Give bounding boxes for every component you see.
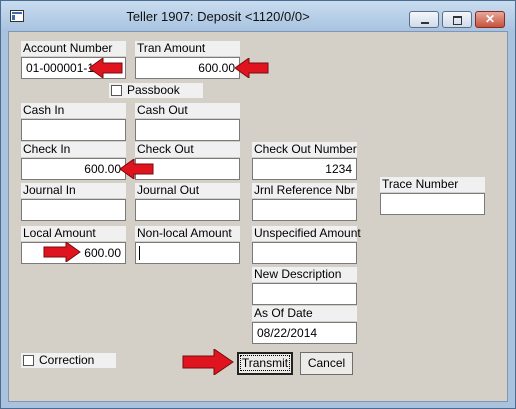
- new-description-field[interactable]: [252, 283, 357, 305]
- as-of-date-label: As Of Date: [252, 306, 357, 321]
- non-local-amount-field[interactable]: [135, 242, 240, 264]
- account-number-label: Account Number: [21, 41, 126, 56]
- local-amount-label: Local Amount: [21, 226, 126, 241]
- new-description-label: New Description: [252, 267, 357, 282]
- cash-in-field[interactable]: [21, 119, 126, 141]
- tran-amount-field[interactable]: 600.00: [135, 57, 240, 79]
- cash-out-label: Cash Out: [135, 103, 240, 118]
- transmit-button-label: Transmit: [239, 355, 291, 371]
- as-of-date-field[interactable]: 08/22/2014: [252, 322, 357, 344]
- transmit-button[interactable]: Transmit: [237, 352, 293, 375]
- close-icon: ✕: [484, 12, 496, 26]
- journal-in-field[interactable]: [21, 199, 126, 221]
- passbook-checkbox[interactable]: [111, 85, 122, 96]
- check-in-field[interactable]: 600.00: [21, 158, 126, 180]
- trace-number-field[interactable]: [380, 193, 485, 215]
- check-out-label: Check Out: [135, 142, 240, 157]
- arrow-left-icon: [89, 58, 123, 78]
- non-local-amount-label: Non-local Amount: [135, 226, 240, 241]
- cash-in-label: Cash In: [21, 103, 126, 118]
- jrnl-reference-nbr-field[interactable]: [252, 199, 357, 221]
- correction-label: Correction: [39, 353, 95, 367]
- journal-out-field[interactable]: [135, 199, 240, 221]
- tran-amount-label: Tran Amount: [135, 41, 240, 56]
- cancel-button[interactable]: Cancel: [300, 352, 353, 375]
- correction-checkbox[interactable]: [23, 355, 34, 366]
- jrnl-reference-nbr-label: Jrnl Reference Nbr: [252, 183, 357, 198]
- text-caret: [139, 246, 140, 260]
- teller-deposit-window: Teller 1907: Deposit <1120/0/0> ✕ Accoun…: [0, 0, 516, 409]
- journal-out-label: Journal Out: [135, 183, 240, 198]
- unspecified-amount-field[interactable]: [252, 242, 357, 264]
- arrow-left-icon: [235, 58, 269, 78]
- minimize-button[interactable]: [409, 11, 439, 28]
- check-out-number-field[interactable]: 1234: [252, 158, 357, 180]
- passbook-checkbox-container[interactable]: Passbook: [109, 83, 203, 98]
- passbook-label: Passbook: [127, 83, 180, 97]
- window-title: Teller 1907: Deposit <1120/0/0>: [126, 9, 310, 24]
- maximize-button[interactable]: [442, 11, 472, 28]
- check-in-label: Check In: [21, 142, 126, 157]
- cash-out-field[interactable]: [135, 119, 240, 141]
- title-bar[interactable]: Teller 1907: Deposit <1120/0/0> ✕: [1, 1, 515, 31]
- form-area: Account Number 01-000001-1 Tran Amount 6…: [8, 31, 508, 402]
- arrow-right-icon: [43, 242, 81, 262]
- correction-checkbox-container[interactable]: Correction: [21, 353, 116, 368]
- trace-number-label: Trace Number: [380, 177, 485, 192]
- journal-in-label: Journal In: [21, 183, 126, 198]
- unspecified-amount-label: Unspecified Amount: [252, 226, 361, 241]
- arrow-left-icon: [120, 159, 154, 179]
- check-out-number-label: Check Out Number: [252, 142, 357, 157]
- arrow-right-icon: [182, 349, 234, 375]
- close-button[interactable]: ✕: [475, 11, 505, 28]
